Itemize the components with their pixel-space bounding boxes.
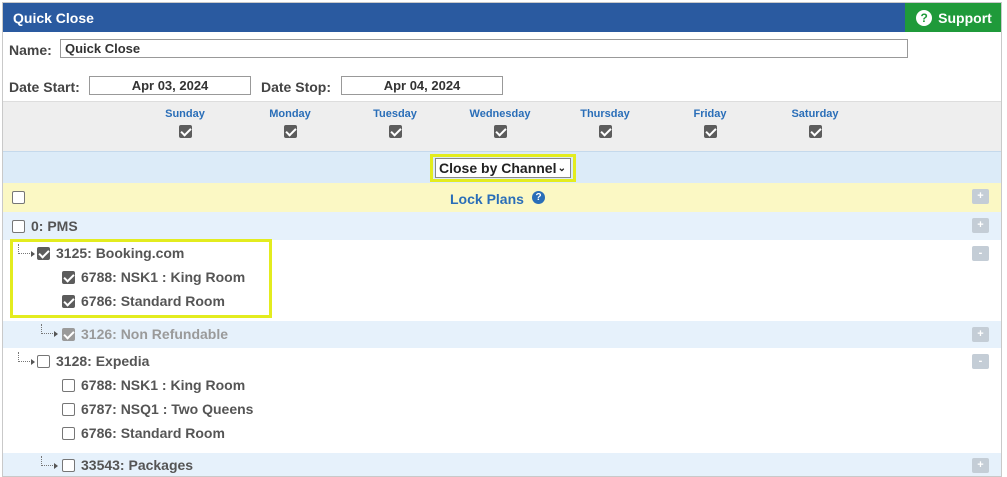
day-checkbox[interactable] xyxy=(178,125,192,139)
tree-label: 3128: Expedia xyxy=(56,353,150,369)
selection-highlight xyxy=(10,239,272,318)
help-icon[interactable]: ? xyxy=(532,191,545,204)
day-label: Monday xyxy=(269,108,311,120)
tree-row-packages: 33543: Packages + xyxy=(3,453,1001,476)
expand-button[interactable]: + xyxy=(972,218,989,233)
channel-bar: Close by Channel ⌄ xyxy=(3,151,1001,183)
window-title: Quick Close xyxy=(13,10,94,26)
day-checkbox[interactable] xyxy=(388,125,402,139)
tree-label: 0: PMS xyxy=(31,218,78,234)
weekday-selector: Sunday Monday Tuesday Wednesday Thursday… xyxy=(3,101,1001,151)
tree-row-non-refundable: 3126: Non Refundable + xyxy=(3,321,1001,348)
tree-label: 3126: Non Refundable xyxy=(81,326,229,342)
tree-item: 6788: NSK1 : King Room xyxy=(62,377,245,393)
tree-item: 3128: Expedia xyxy=(37,353,149,369)
tree-row-pms: 0: PMS + xyxy=(3,212,1001,240)
support-button[interactable]: ? Support xyxy=(905,3,1001,32)
lock-plans-row: Lock Plans ? + xyxy=(3,183,1001,212)
lock-all-checkbox[interactable] xyxy=(12,191,25,204)
day-label: Tuesday xyxy=(373,108,417,120)
collapse-button[interactable]: - xyxy=(972,354,989,369)
day-monday: Monday xyxy=(250,108,330,139)
close-by-select[interactable]: Close by Channel ⌄ xyxy=(435,158,571,178)
tree-branch-icon xyxy=(18,352,35,365)
support-label: Support xyxy=(938,9,992,26)
day-thursday: Thursday xyxy=(565,108,645,139)
day-friday: Friday xyxy=(670,108,750,139)
tree-label: 6786: Standard Room xyxy=(81,425,225,441)
tree-checkbox[interactable] xyxy=(62,402,75,416)
date-stop-input[interactable]: Apr 04, 2024 xyxy=(341,76,503,95)
day-tuesday: Tuesday xyxy=(355,108,435,139)
day-wednesday: Wednesday xyxy=(460,108,540,139)
title-bar: Quick Close ? Support xyxy=(3,3,1001,32)
day-checkbox[interactable] xyxy=(598,125,612,139)
tree-checkbox[interactable] xyxy=(62,426,75,440)
day-checkbox[interactable] xyxy=(808,125,822,139)
day-label: Friday xyxy=(693,108,727,120)
chevron-down-icon: ⌄ xyxy=(557,163,566,174)
tree-item: 33543: Packages xyxy=(62,457,193,473)
date-stop-label: Date Stop: xyxy=(261,79,331,95)
day-checkbox[interactable] xyxy=(283,125,297,139)
collapse-button[interactable]: - xyxy=(972,246,989,261)
day-sunday: Sunday xyxy=(145,108,225,139)
tree-item: 0: PMS xyxy=(12,218,78,234)
select-highlight: Close by Channel ⌄ xyxy=(430,154,576,182)
tree-checkbox[interactable] xyxy=(62,458,75,472)
tree-label: 33543: Packages xyxy=(81,457,194,473)
date-start-label: Date Start: xyxy=(9,79,80,95)
tree-checkbox[interactable] xyxy=(62,327,75,341)
expand-button[interactable]: + xyxy=(972,327,989,342)
question-circle-icon: ? xyxy=(916,9,933,26)
tree-label: 6788: NSK1 : King Room xyxy=(81,377,246,393)
close-by-select-value: Close by Channel xyxy=(439,160,557,176)
day-saturday: Saturday xyxy=(775,108,855,139)
tree-label: 6787: NSQ1 : Two Queens xyxy=(81,401,254,417)
day-label: Thursday xyxy=(580,108,630,120)
tree-item: 6787: NSQ1 : Two Queens xyxy=(62,401,253,417)
name-label: Name: xyxy=(9,42,52,58)
day-checkbox[interactable] xyxy=(703,125,717,139)
day-label: Saturday xyxy=(791,108,839,120)
tree-branch-icon xyxy=(41,324,58,337)
tree-checkbox[interactable] xyxy=(12,219,25,233)
tree-item: 6786: Standard Room xyxy=(62,425,225,441)
day-checkbox[interactable] xyxy=(493,125,507,139)
tree-item: 3126: Non Refundable xyxy=(62,326,228,342)
tree-group-expedia: 3128: Expedia 6788: NSK1 : King Room 678… xyxy=(3,348,1001,453)
tree-checkbox[interactable] xyxy=(62,378,75,392)
date-start-input[interactable]: Apr 03, 2024 xyxy=(89,76,251,95)
day-label: Wednesday xyxy=(469,108,531,120)
expand-button[interactable]: + xyxy=(972,189,989,204)
day-label: Sunday xyxy=(165,108,205,120)
tree-checkbox[interactable] xyxy=(37,354,50,368)
lock-plans-title: Lock Plans xyxy=(450,191,524,207)
expand-button[interactable]: + xyxy=(972,458,989,473)
quick-close-window: Quick Close ? Support Name: Quick Close … xyxy=(2,2,1002,477)
name-input[interactable]: Quick Close xyxy=(60,39,908,58)
tree-branch-icon xyxy=(41,456,58,469)
